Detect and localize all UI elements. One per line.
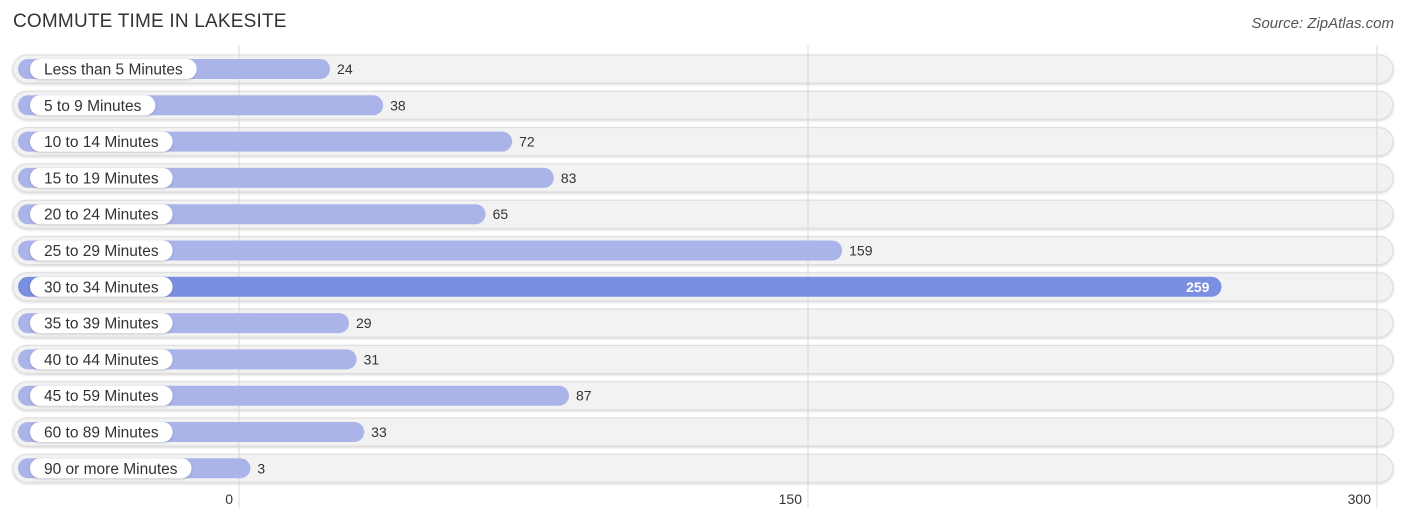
value-label: 72 (519, 134, 535, 150)
category-label: 15 to 19 Minutes (44, 170, 159, 187)
category-label: 20 to 24 Minutes (44, 207, 159, 224)
x-tick-label: 150 (779, 491, 803, 507)
x-tick-label: 300 (1348, 491, 1372, 507)
category-label: 90 or more Minutes (44, 461, 178, 478)
category-label: Less than 5 Minutes (44, 62, 183, 79)
value-label: 87 (576, 388, 592, 404)
value-label: 38 (390, 97, 406, 113)
category-label: 60 to 89 Minutes (44, 425, 159, 442)
category-label: 10 to 14 Minutes (44, 134, 159, 151)
bar (18, 276, 1222, 297)
bar-chart: Less than 5 Minutes 24 5 to 9 Minutes 38 10 … (12, 45, 1394, 508)
category-label: 40 to 44 Minutes (44, 352, 159, 369)
value-label: 29 (356, 315, 372, 331)
x-tick-label: 0 (225, 491, 233, 507)
value-label: 3 (257, 460, 265, 476)
value-label: 83 (561, 170, 577, 186)
category-label: 45 to 59 Minutes (44, 388, 159, 405)
value-label: 159 (849, 243, 873, 259)
category-label: 25 to 29 Minutes (44, 243, 159, 260)
value-label: 33 (371, 424, 387, 440)
value-label: 65 (493, 206, 509, 222)
category-label: 35 to 39 Minutes (44, 316, 159, 333)
category-label: 5 to 9 Minutes (44, 98, 142, 115)
value-label: 31 (364, 351, 380, 367)
category-label: 30 to 34 Minutes (44, 279, 159, 296)
value-label: 24 (337, 61, 353, 77)
value-label: 259 (1186, 279, 1210, 295)
